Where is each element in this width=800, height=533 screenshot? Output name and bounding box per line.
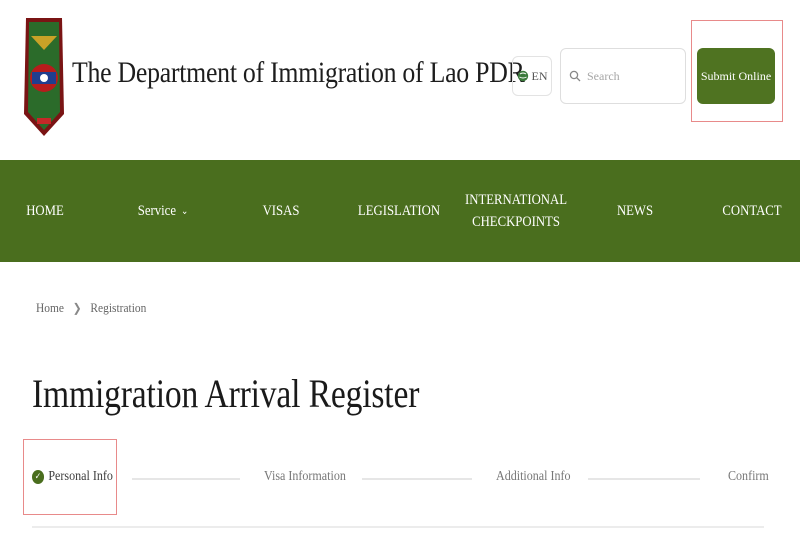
nav-label-line2: CHECKPOINTS: [472, 214, 560, 230]
form-divider: [32, 526, 764, 528]
step-connector: [588, 478, 700, 480]
breadcrumb-home[interactable]: Home: [36, 300, 64, 316]
site-title[interactable]: The Department of Immigration of Lao PDR: [72, 56, 525, 90]
site-header: The Department of Immigration of Lao PDR…: [0, 0, 800, 160]
check-circle-icon: ✓: [32, 470, 45, 484]
language-selector[interactable]: EN: [512, 56, 552, 96]
step-label: Visa Information: [264, 469, 346, 484]
submit-online-button[interactable]: Submit Online: [697, 48, 775, 104]
step-personal-info[interactable]: ✓ Personal Info: [32, 462, 113, 492]
nav-item-visas[interactable]: VISAS: [255, 160, 308, 262]
breadcrumb-current: Registration: [90, 300, 147, 315]
language-label: EN: [531, 68, 548, 83]
step-label: Personal Info: [48, 469, 113, 484]
nav-item-news[interactable]: NEWS: [609, 160, 662, 262]
search-icon: [569, 70, 581, 82]
page-title: Immigration Arrival Register: [32, 371, 420, 416]
nav-label-line1: INTERNATIONAL: [465, 191, 567, 208]
nav-item-international-checkpoints[interactable]: INTERNATIONAL CHECKPOINTS: [465, 160, 567, 262]
step-visa-information[interactable]: Visa Information: [264, 462, 346, 492]
nav-label: LEGISLATION: [357, 202, 441, 219]
search-box[interactable]: [560, 48, 686, 104]
step-additional-info[interactable]: Additional Info: [496, 462, 571, 492]
step-label: Additional Info: [496, 469, 571, 484]
globe-icon: [517, 70, 528, 82]
main-nav: HOME Service ⌄ VISAS LEGISLATION INTERNA…: [0, 160, 800, 262]
breadcrumb: Home ❯ Registration: [36, 300, 146, 316]
chevron-down-icon: ⌄: [181, 205, 189, 217]
chevron-right-icon: ❯: [72, 300, 82, 315]
nav-item-home[interactable]: HOME: [19, 160, 72, 262]
nav-label: CONTACT: [722, 202, 782, 219]
step-confirm[interactable]: Confirm: [728, 462, 769, 492]
lao-emblem-icon[interactable]: [22, 14, 66, 138]
step-connector: [132, 478, 240, 480]
nav-label: HOME: [26, 202, 64, 219]
nav-item-contact[interactable]: CONTACT: [718, 160, 786, 262]
nav-label: Service: [137, 202, 177, 219]
step-connector: [362, 478, 472, 480]
search-input[interactable]: [587, 68, 677, 84]
nav-label: NEWS: [616, 202, 654, 219]
nav-item-service[interactable]: Service ⌄: [133, 160, 193, 262]
step-label: Confirm: [728, 469, 769, 484]
nav-item-legislation[interactable]: LEGISLATION: [357, 160, 441, 262]
nav-label: VISAS: [262, 202, 300, 219]
